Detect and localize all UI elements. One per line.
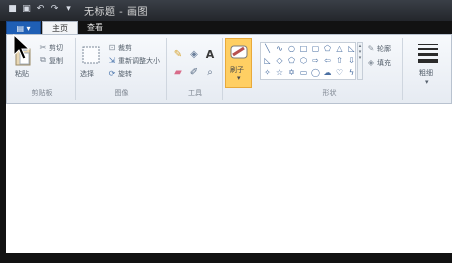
rectangle-shape-icon[interactable]: □	[299, 44, 308, 53]
heart-shape-icon[interactable]: ♡	[335, 68, 344, 77]
brush-icon	[230, 45, 248, 59]
image-group: 选择 ⊡ 裁剪 ⇲ 重新调整大小 ⟳ 旋转 图像	[77, 38, 167, 100]
select-icon	[82, 46, 100, 64]
paste-label: 粘贴	[15, 70, 29, 78]
eraser-icon[interactable]: ▰	[172, 66, 184, 78]
size-group: 粗细 ▾	[404, 38, 449, 100]
rounded-callout-shape-icon[interactable]: ▭	[299, 68, 308, 77]
polygon-shape-icon[interactable]: ⬠	[323, 44, 332, 53]
magnifier-icon[interactable]: ⌕	[204, 66, 216, 78]
size-dropdown-icon: ▾	[425, 78, 429, 86]
title-bar: ■ ▣ ↶ ↷ ▾ 无标题 - 画图	[0, 0, 452, 21]
text-tool-icon[interactable]: A	[204, 48, 216, 61]
copy-button[interactable]: 复制	[49, 56, 63, 66]
undo-icon[interactable]: ↶	[35, 3, 46, 14]
copy-icon: ⧉	[40, 55, 46, 64]
ribbon-panel: 粘贴 ✂ 剪切 ⧉ 复制 剪贴板 选择 ⊡ 裁剪 ⇲ 重新调整大小 ⟳ 旋转 图…	[6, 34, 452, 104]
line-shape-icon[interactable]: ╲	[263, 44, 272, 53]
pencil-icon[interactable]: ✎	[172, 48, 184, 60]
clipboard-group-label: 剪贴板	[31, 89, 53, 97]
six-point-star-shape-icon[interactable]: ✡	[287, 68, 296, 77]
tab-view[interactable]: 查看	[78, 21, 112, 34]
paint-window: ■ ▣ ↶ ↷ ▾ 无标题 - 画图 ▤ ▾ 主页 查看 粘贴 ✂ 剪切 ⧉ 复…	[0, 0, 452, 263]
outline-icon: ✎	[367, 43, 375, 53]
size-lines-icon[interactable]	[418, 44, 438, 63]
tools-group-label: 工具	[188, 89, 202, 97]
oval-callout-shape-icon[interactable]: ◯	[311, 68, 320, 77]
fill-icon: ◈	[367, 57, 375, 67]
resize-button[interactable]: 重新调整大小	[118, 56, 160, 66]
mouse-pointer-icon	[13, 34, 31, 60]
brush-dropdown-icon: ▾	[237, 74, 241, 82]
up-arrow-shape-icon[interactable]: ⇧	[335, 56, 344, 65]
brush-group: 刷子 ▾	[224, 38, 254, 100]
ribbon-tabs: 主页 查看	[42, 21, 112, 35]
curve-shape-icon[interactable]: ∿	[275, 44, 284, 53]
quick-access-toolbar: ■ ▣ ↶ ↷ ▾	[7, 3, 74, 14]
redo-icon[interactable]: ↷	[49, 3, 60, 14]
lightning-shape-icon[interactable]: ϟ	[347, 68, 356, 77]
size-label: 粗细	[419, 69, 433, 77]
crop-button[interactable]: 裁剪	[118, 43, 132, 53]
cut-icon: ✂	[39, 42, 47, 52]
tools-group: ✎ ◈ A ▰ ✐ ⌕ 工具	[168, 38, 223, 100]
right-triangle-shape-icon[interactable]: ◺	[347, 44, 356, 53]
window-title: 无标题 - 画图	[84, 7, 148, 18]
hexagon-shape-icon[interactable]: ⬡	[299, 56, 308, 65]
save-icon[interactable]: ▣	[21, 3, 32, 14]
brushes-button[interactable]: 刷子 ▾	[225, 38, 252, 88]
tab-home[interactable]: 主页	[42, 21, 78, 35]
shape-gallery-scroll[interactable]: ▴ ▾ ▾	[357, 42, 363, 80]
shape-gallery[interactable]: ╲ ∿ ○ □ ▢ ⬠ △ ◺ ◺ ◇ ⬠ ⬡ ⇨ ⇦ ⇧ ⇩ ✧ ☆ ✡ ▭	[260, 42, 356, 80]
rounded-rectangle-shape-icon[interactable]: ▢	[311, 44, 320, 53]
rotate-button[interactable]: 旋转	[118, 69, 132, 79]
select-label: 选择	[80, 70, 94, 78]
oval-shape-icon[interactable]: ○	[287, 44, 296, 53]
cut-button[interactable]: 剪切	[49, 43, 63, 53]
triangle-shape-icon[interactable]: △	[335, 44, 344, 53]
color-picker-icon[interactable]: ✐	[188, 66, 200, 78]
select-button[interactable]	[81, 45, 101, 65]
resize-icon: ⇲	[108, 55, 116, 65]
fill-button[interactable]: 填充	[377, 58, 391, 68]
right-arrow-shape-icon[interactable]: ⇨	[311, 56, 320, 65]
right-triangle-shape-icon[interactable]: ◺	[263, 56, 272, 65]
pentagon-shape-icon[interactable]: ⬠	[287, 56, 296, 65]
app-icon[interactable]: ■	[7, 3, 18, 14]
down-arrow-shape-icon[interactable]: ⇩	[347, 56, 356, 65]
crop-icon: ⊡	[108, 42, 116, 52]
five-point-star-shape-icon[interactable]: ☆	[275, 68, 284, 77]
diamond-shape-icon[interactable]: ◇	[275, 56, 284, 65]
fill-bucket-icon[interactable]: ◈	[188, 48, 200, 60]
four-point-star-shape-icon[interactable]: ✧	[263, 68, 272, 77]
shapes-group: ╲ ∿ ○ □ ▢ ⬠ △ ◺ ◺ ◇ ⬠ ⬡ ⇨ ⇦ ⇧ ⇩ ✧ ☆ ✡ ▭	[257, 38, 403, 100]
shapes-group-label: 形状	[322, 89, 337, 97]
image-group-label: 图像	[114, 89, 129, 97]
customize-qat-icon[interactable]: ▾	[63, 3, 74, 14]
cloud-callout-shape-icon[interactable]: ☁	[323, 68, 332, 77]
rotate-icon: ⟳	[108, 68, 116, 78]
left-arrow-shape-icon[interactable]: ⇦	[323, 56, 332, 65]
drawing-canvas[interactable]	[6, 104, 452, 253]
outline-button[interactable]: 轮廓	[377, 44, 391, 54]
